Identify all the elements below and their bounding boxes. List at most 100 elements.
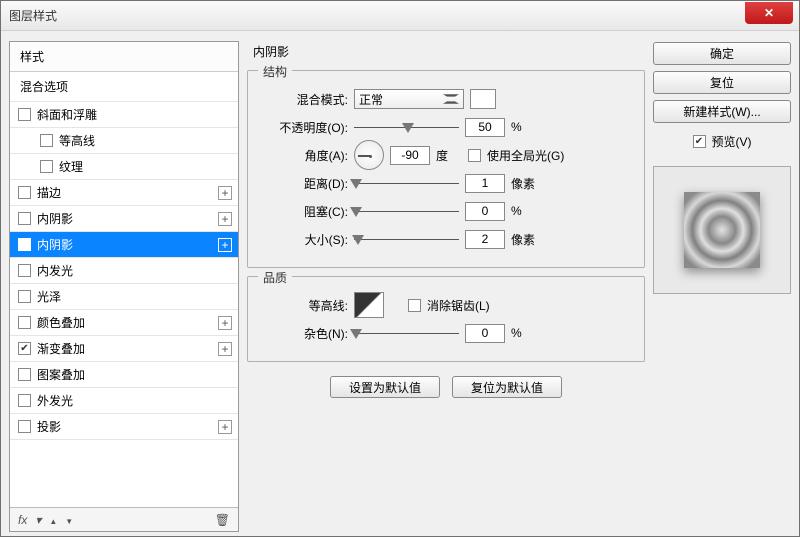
add-effect-icon[interactable]: [218, 212, 232, 226]
style-label: 投影: [37, 418, 61, 435]
choke-slider[interactable]: [354, 204, 459, 218]
antialias-checkbox[interactable]: [408, 299, 421, 312]
antialias-label: 消除锯齿(L): [427, 297, 490, 314]
noise-slider[interactable]: [354, 326, 459, 340]
opacity-label: 不透明度(O):: [260, 119, 348, 136]
style-row-10[interactable]: 图案叠加: [10, 362, 238, 388]
contour-picker[interactable]: [354, 292, 384, 318]
structure-group: 结构 混合模式: 正常 不透明度(O): 50 % 角度(A): -90 度: [247, 70, 645, 268]
sidebar-footer: fx ▾: [10, 507, 238, 531]
style-row-6[interactable]: 内发光: [10, 258, 238, 284]
styles-sidebar: 样式 混合选项 斜面和浮雕等高线纹理描边内阴影内阴影内发光光泽颜色叠加渐变叠加图…: [9, 41, 239, 532]
style-row-7[interactable]: 光泽: [10, 284, 238, 310]
style-row-0[interactable]: 斜面和浮雕: [10, 102, 238, 128]
style-checkbox[interactable]: [18, 368, 31, 381]
style-checkbox[interactable]: [18, 342, 31, 355]
opacity-slider[interactable]: [354, 120, 459, 134]
distance-slider[interactable]: [354, 176, 459, 190]
add-effect-icon[interactable]: [218, 342, 232, 356]
style-row-12[interactable]: 投影: [10, 414, 238, 440]
style-label: 渐变叠加: [37, 340, 85, 357]
style-label: 纹理: [59, 158, 83, 175]
add-effect-icon[interactable]: [218, 238, 232, 252]
style-label: 内发光: [37, 262, 73, 279]
style-checkbox[interactable]: [18, 316, 31, 329]
choke-unit: %: [511, 204, 537, 218]
global-light-checkbox[interactable]: [468, 149, 481, 162]
style-checkbox[interactable]: [18, 186, 31, 199]
style-checkbox[interactable]: [40, 134, 53, 147]
action-panel: 确定 复位 新建样式(W)... 预览(V): [653, 41, 791, 532]
add-effect-icon[interactable]: [218, 186, 232, 200]
style-row-3[interactable]: 描边: [10, 180, 238, 206]
blend-mode-select[interactable]: 正常: [354, 89, 464, 109]
default-buttons: 设置为默认值 复位为默认值: [247, 376, 645, 398]
noise-unit: %: [511, 326, 537, 340]
style-checkbox[interactable]: [18, 108, 31, 121]
dialog-body: 样式 混合选项 斜面和浮雕等高线纹理描边内阴影内阴影内发光光泽颜色叠加渐变叠加图…: [1, 31, 799, 536]
add-effect-icon[interactable]: [218, 316, 232, 330]
structure-legend: 结构: [258, 63, 292, 80]
style-label: 内阴影: [37, 236, 73, 253]
style-label: 斜面和浮雕: [37, 106, 97, 123]
quality-legend: 品质: [258, 269, 292, 286]
distance-input[interactable]: 1: [465, 174, 505, 193]
titlebar[interactable]: 图层样式: [1, 1, 799, 31]
angle-label: 角度(A):: [260, 147, 348, 164]
style-label: 等高线: [59, 132, 95, 149]
choke-input[interactable]: 0: [465, 202, 505, 221]
opacity-input[interactable]: 50: [465, 118, 505, 137]
preview-row: 预览(V): [653, 133, 791, 150]
settings-panel: 内阴影 结构 混合模式: 正常 不透明度(O): 50 % 角度(A):: [247, 41, 645, 532]
shadow-color-picker[interactable]: [470, 89, 496, 109]
close-button[interactable]: [745, 2, 793, 24]
style-checkbox[interactable]: [18, 212, 31, 225]
quality-group: 品质 等高线: 消除锯齿(L) 杂色(N): 0 %: [247, 276, 645, 362]
style-checkbox[interactable]: [18, 420, 31, 433]
add-effect-icon[interactable]: [218, 420, 232, 434]
contour-label: 等高线:: [260, 297, 348, 314]
style-label: 图案叠加: [37, 366, 85, 383]
style-checkbox[interactable]: [18, 238, 31, 251]
preview-box: [653, 166, 791, 294]
style-row-8[interactable]: 颜色叠加: [10, 310, 238, 336]
style-row-11[interactable]: 外发光: [10, 388, 238, 414]
distance-label: 距离(D):: [260, 175, 348, 192]
noise-input[interactable]: 0: [465, 324, 505, 343]
preview-checkbox[interactable]: [693, 135, 706, 148]
style-label: 光泽: [37, 288, 61, 305]
angle-input[interactable]: -90: [390, 146, 430, 165]
blending-options[interactable]: 混合选项: [10, 72, 238, 102]
window-title: 图层样式: [9, 7, 57, 24]
style-row-9[interactable]: 渐变叠加: [10, 336, 238, 362]
ok-button[interactable]: 确定: [653, 42, 791, 65]
angle-dial[interactable]: [354, 140, 384, 170]
sidebar-header[interactable]: 样式: [10, 42, 238, 72]
style-row-2[interactable]: 纹理: [10, 154, 238, 180]
trash-icon[interactable]: [215, 513, 230, 527]
blend-mode-label: 混合模式:: [260, 91, 348, 108]
move-up-icon[interactable]: [49, 513, 57, 527]
style-row-4[interactable]: 内阴影: [10, 206, 238, 232]
style-checkbox[interactable]: [40, 160, 53, 173]
style-list: 样式 混合选项 斜面和浮雕等高线纹理描边内阴影内阴影内发光光泽颜色叠加渐变叠加图…: [10, 42, 238, 507]
style-checkbox[interactable]: [18, 264, 31, 277]
new-style-button[interactable]: 新建样式(W)...: [653, 100, 791, 123]
move-down-icon[interactable]: [65, 513, 73, 527]
preview-thumbnail: [684, 192, 760, 268]
style-row-5[interactable]: 内阴影: [10, 232, 238, 258]
choke-label: 阻塞(C):: [260, 203, 348, 220]
style-checkbox[interactable]: [18, 290, 31, 303]
style-label: 外发光: [37, 392, 73, 409]
fx-menu-icon[interactable]: ▾: [35, 513, 41, 527]
style-label: 颜色叠加: [37, 314, 85, 331]
style-checkbox[interactable]: [18, 394, 31, 407]
panel-title: 内阴影: [247, 43, 645, 60]
reset-default-button[interactable]: 复位为默认值: [452, 376, 562, 398]
size-input[interactable]: 2: [465, 230, 505, 249]
fx-label[interactable]: fx: [18, 513, 27, 527]
style-row-1[interactable]: 等高线: [10, 128, 238, 154]
set-default-button[interactable]: 设置为默认值: [330, 376, 440, 398]
size-slider[interactable]: [354, 232, 459, 246]
cancel-button[interactable]: 复位: [653, 71, 791, 94]
